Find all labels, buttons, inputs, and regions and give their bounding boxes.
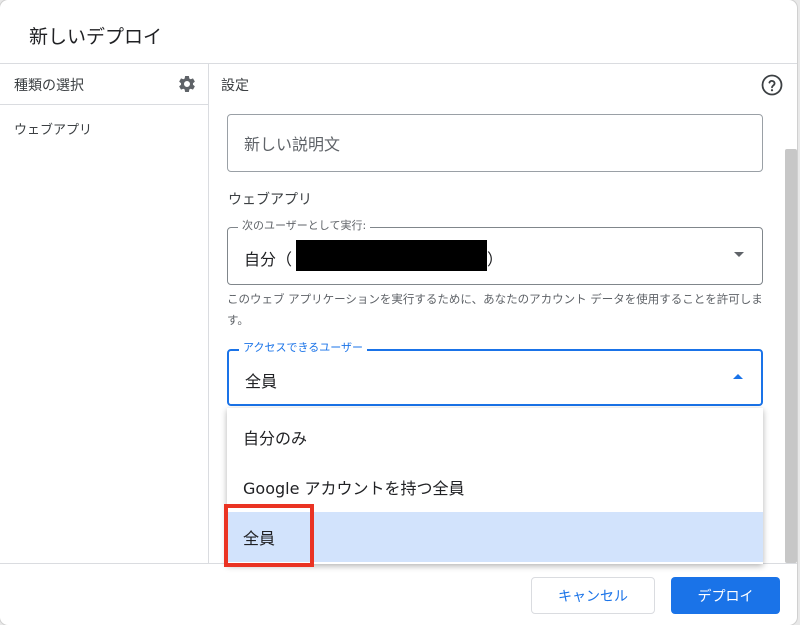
scrollbar[interactable] — [785, 149, 797, 563]
left-header-divider — [0, 104, 208, 105]
select-type-heading: 種類の選択 — [14, 78, 84, 94]
dropdown-arrow-up-icon — [733, 374, 743, 379]
redacted-email — [296, 240, 487, 271]
description-input[interactable]: 新しい説明文 — [227, 114, 763, 172]
new-deploy-dialog: 新しいデプロイ 種類の選択 ウェブアプリ 設定 新しい説明文 ウェブアプリ 次の… — [0, 0, 797, 625]
run-as-value-suffix: ） — [487, 250, 504, 269]
dropdown-arrow-icon — [734, 252, 744, 257]
gear-icon[interactable] — [177, 74, 197, 94]
access-select[interactable]: アクセスできるユーザー 全員 — [227, 341, 763, 406]
cancel-button[interactable]: キャンセル — [531, 577, 655, 614]
deploy-button[interactable]: デプロイ — [671, 577, 780, 614]
sidebar-item-web-app[interactable]: ウェブアプリ — [14, 119, 92, 138]
annotation-highlight-box — [224, 504, 314, 567]
header-divider — [0, 63, 797, 64]
run-as-label: 次のユーザーとして実行: — [238, 219, 371, 233]
access-label: アクセスできるユーザー — [239, 341, 368, 355]
run-as-value: 自分（ — [244, 250, 293, 269]
option-only-me[interactable]: 自分のみ — [227, 412, 763, 462]
dialog-title: 新しいデプロイ — [29, 26, 163, 48]
run-as-select[interactable]: 次のユーザーとして実行: 自分（ ） — [227, 219, 763, 285]
settings-heading: 設定 — [221, 78, 249, 94]
access-value: 全員 — [245, 372, 278, 391]
description-placeholder: 新しい説明文 — [244, 135, 341, 154]
web-app-section-title: ウェブアプリ — [228, 192, 312, 208]
panel-divider — [208, 63, 209, 563]
permission-help-text: このウェブ アプリケーションを実行するために、あなたのアカウント データを使用す… — [227, 292, 763, 327]
help-circle-icon[interactable] — [760, 73, 784, 97]
